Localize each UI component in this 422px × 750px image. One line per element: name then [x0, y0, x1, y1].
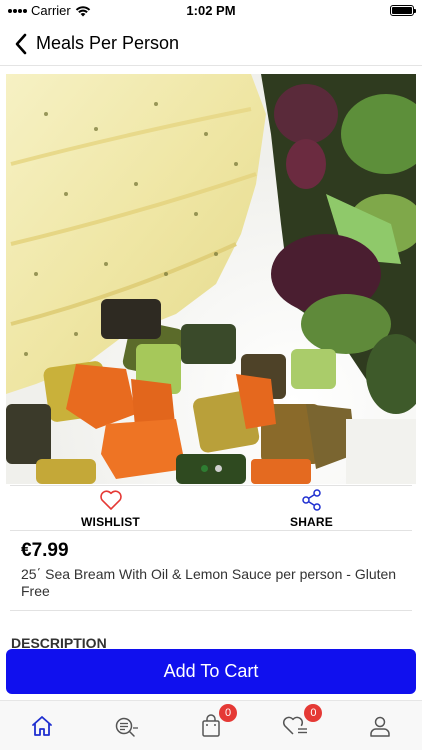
shopping-bag-icon: [202, 713, 220, 737]
product-price: €7.99: [21, 540, 69, 561]
product-image[interactable]: [6, 74, 416, 484]
tab-cart[interactable]: 0: [169, 701, 253, 750]
status-time: 1:02 PM: [186, 3, 236, 18]
tab-search[interactable]: [84, 701, 168, 750]
cart-badge: 0: [219, 704, 238, 722]
carousel-dot[interactable]: [200, 465, 208, 472]
tab-home[interactable]: [0, 701, 84, 750]
tab-bar: 0 0: [0, 700, 422, 750]
heart-icon: [99, 490, 122, 510]
wishlist-label: WISHLIST: [81, 515, 140, 529]
action-row: WISHLIST SHARE: [10, 485, 412, 531]
user-icon: [370, 716, 390, 737]
status-bar: Carrier 1:02 PM: [0, 0, 422, 22]
divider: [10, 610, 412, 611]
sea-bream-photo: [6, 74, 416, 484]
share-button[interactable]: SHARE: [211, 486, 412, 530]
battery-icon: [390, 5, 416, 16]
carousel-indicator: [6, 465, 416, 472]
tab-profile[interactable]: [338, 701, 422, 750]
home-icon: [32, 715, 53, 736]
share-icon: [301, 489, 321, 511]
share-label: SHARE: [289, 515, 333, 529]
nav-bar: Meals Per Person: [0, 22, 422, 66]
tab-wishlist[interactable]: 0: [253, 701, 337, 750]
back-button[interactable]: [8, 22, 34, 66]
search-list-icon: [115, 717, 138, 737]
add-to-cart-button[interactable]: Add To Cart: [6, 649, 416, 694]
wishlist-button[interactable]: WISHLIST: [10, 486, 211, 530]
chevron-left-icon: [15, 33, 27, 54]
product-name: 25΄ Sea Bream With Oil & Lemon Sauce per…: [21, 566, 397, 599]
carousel-dot[interactable]: [214, 465, 222, 472]
product-detail-screen: Carrier 1:02 PM Meals Per Person WISHLIS…: [0, 0, 422, 750]
wishlist-badge: 0: [304, 704, 323, 722]
page-title: Meals Per Person: [36, 33, 180, 53]
